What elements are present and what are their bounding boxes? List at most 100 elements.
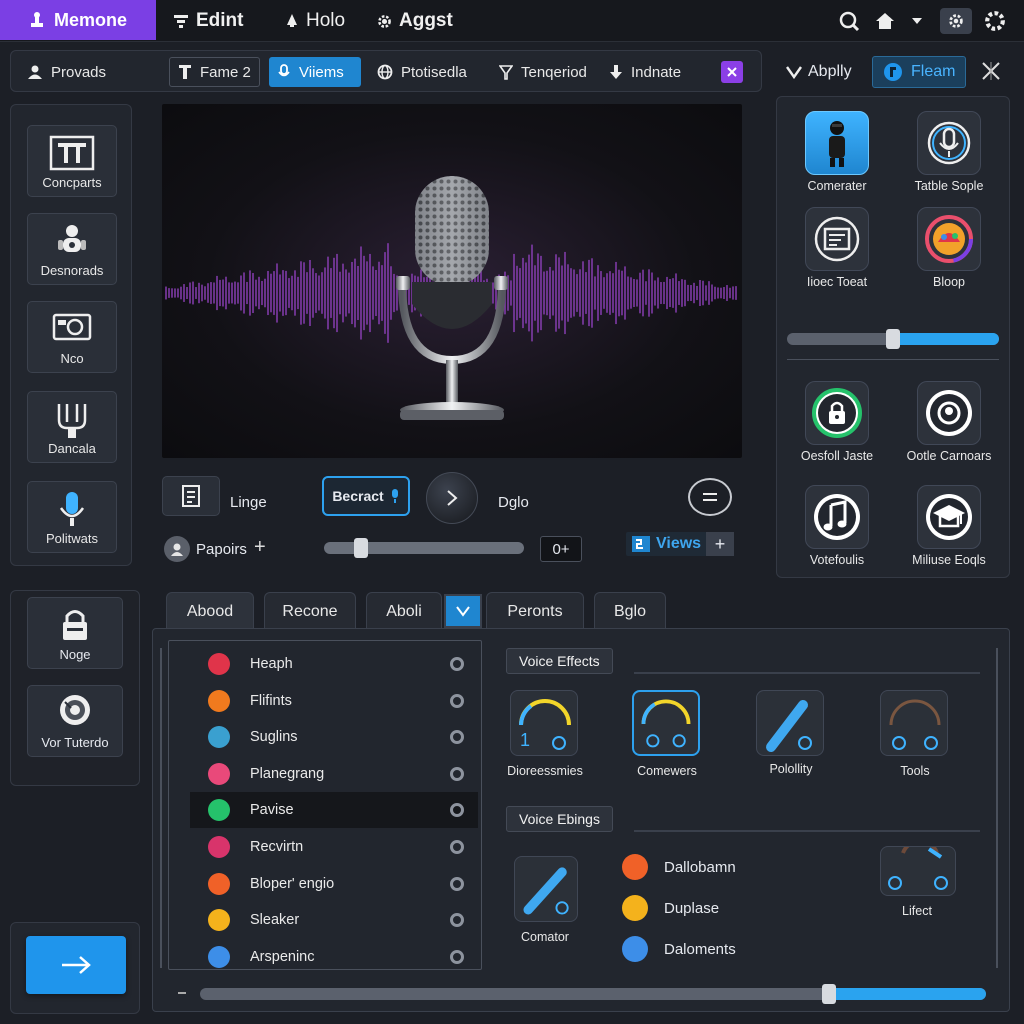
ebing-option[interactable]: Daloments bbox=[622, 936, 736, 962]
tab-aboli[interactable]: Aboli bbox=[366, 592, 442, 630]
tile-miliuse-eoqls[interactable]: Miliuse Eoqls bbox=[912, 485, 1009, 567]
chevron-down-icon[interactable] bbox=[904, 8, 930, 34]
menu-aggst[interactable]: Aggst bbox=[376, 8, 453, 34]
scrub-thumb[interactable] bbox=[354, 538, 368, 558]
menu-holo[interactable]: Holo bbox=[284, 8, 345, 34]
avatar[interactable] bbox=[164, 536, 190, 562]
tile-oesfoll-jaste[interactable]: Oesfoll Jaste bbox=[801, 381, 897, 463]
close-icon[interactable] bbox=[980, 60, 1002, 82]
knob-dial[interactable] bbox=[632, 690, 700, 756]
toolbar-tenqeriod[interactable]: Tenqeriod bbox=[491, 57, 595, 87]
list-item[interactable]: Flifints bbox=[190, 683, 478, 719]
tab-recone[interactable]: Recone bbox=[264, 592, 356, 630]
tool-dancala[interactable]: Dancala bbox=[27, 391, 117, 463]
tab-bglo[interactable]: Bglo bbox=[594, 592, 666, 630]
bottom-slider-thumb[interactable] bbox=[821, 984, 836, 1004]
right-scrollbar[interactable] bbox=[996, 648, 998, 968]
toolbar-ptotisedla[interactable]: Ptotisedla bbox=[369, 57, 475, 87]
tab-dropdown-button[interactable] bbox=[444, 594, 482, 628]
list-item-radio[interactable] bbox=[450, 730, 464, 745]
list-item-radio[interactable] bbox=[450, 949, 464, 964]
tool-desnorads[interactable]: Desnorads bbox=[27, 213, 117, 285]
tile-iioec-toeat[interactable]: Iioec Toeat bbox=[805, 207, 897, 289]
tool-noge[interactable]: Noge bbox=[27, 597, 123, 669]
search-icon[interactable] bbox=[836, 8, 862, 34]
knob-dioreessmies[interactable]: 1 Dioreessmies bbox=[507, 690, 600, 778]
knob-dial[interactable] bbox=[756, 690, 824, 756]
toolbar-frame[interactable]: Fame 2 bbox=[169, 57, 260, 87]
tab-peronts[interactable]: Peronts bbox=[486, 592, 584, 630]
list-scrollbar[interactable] bbox=[160, 648, 162, 968]
toolbar-views[interactable]: Viiems bbox=[269, 57, 361, 87]
toolbar-provads[interactable]: Provads bbox=[19, 57, 114, 87]
list-item-radio[interactable] bbox=[450, 913, 464, 928]
knob-dial[interactable] bbox=[880, 690, 948, 756]
home-icon[interactable] bbox=[872, 8, 898, 34]
list-item[interactable]: Sleaker bbox=[190, 902, 478, 938]
list-item-label: Pavise bbox=[250, 802, 294, 819]
record-button[interactable]: Becract bbox=[322, 476, 410, 516]
views-toggle[interactable]: Views bbox=[626, 532, 708, 556]
fleam-tab[interactable]: Fleam bbox=[872, 56, 966, 88]
tile-votefoulis[interactable]: Votefoulis bbox=[805, 485, 897, 567]
tool-vor-tuterdo[interactable]: Vor Tuterdo bbox=[27, 685, 123, 757]
tool-concparts[interactable]: Concparts bbox=[27, 125, 117, 197]
list-item-label: Flifints bbox=[250, 692, 292, 709]
scrub-slider[interactable] bbox=[324, 538, 524, 558]
list-item[interactable]: Recvirtn bbox=[190, 829, 478, 865]
knob-dial[interactable] bbox=[880, 846, 956, 896]
plus-icon[interactable]: + bbox=[254, 536, 266, 559]
app-brand[interactable]: Memone bbox=[0, 0, 156, 40]
knob-comewers[interactable]: Comewers bbox=[632, 690, 722, 778]
audio-preview[interactable] bbox=[162, 104, 742, 458]
knob-tools[interactable]: Tools bbox=[880, 690, 970, 778]
tab-abood[interactable]: Abood bbox=[166, 592, 254, 630]
tile-tatble-sople[interactable]: Tatble Sople bbox=[915, 111, 1009, 193]
list-item-radio[interactable] bbox=[450, 876, 464, 891]
list-item-radio[interactable] bbox=[450, 693, 464, 708]
list-item[interactable]: Suglins bbox=[190, 719, 478, 755]
list-item[interactable]: Arspeninc bbox=[190, 939, 478, 975]
list-item-radio[interactable] bbox=[450, 840, 464, 854]
knob-lifect[interactable]: Lifect bbox=[880, 846, 972, 918]
divider bbox=[634, 672, 980, 674]
tool-politwats[interactable]: Politwats bbox=[27, 481, 117, 553]
go-button[interactable] bbox=[26, 936, 126, 994]
list-item[interactable]: Heaph bbox=[190, 646, 478, 682]
list-item-radio[interactable] bbox=[450, 803, 464, 818]
tile-ootle-carnoars[interactable]: Ootle Carnoars bbox=[907, 381, 1009, 463]
right-panel-slider[interactable] bbox=[787, 329, 999, 349]
tile-bloop[interactable]: Bloop bbox=[917, 207, 1009, 289]
toolbar-indnate[interactable]: Indnate bbox=[601, 57, 689, 87]
menu-edit[interactable]: Edint bbox=[172, 8, 244, 34]
views-badge-icon bbox=[632, 536, 650, 552]
list-item[interactable]: Planegrang bbox=[190, 756, 478, 792]
gear-icon[interactable] bbox=[982, 8, 1008, 34]
menu-circle-button[interactable] bbox=[688, 478, 732, 516]
list-item-radio[interactable] bbox=[450, 766, 464, 781]
settings-button[interactable] bbox=[940, 8, 972, 34]
minus-icon[interactable] bbox=[178, 992, 186, 994]
ebing-option[interactable]: Dallobamn bbox=[622, 854, 736, 880]
list-item-radio[interactable] bbox=[450, 657, 464, 671]
apply-tab[interactable]: Abplly bbox=[786, 58, 852, 86]
tool-nco[interactable]: Nco bbox=[27, 301, 117, 373]
add-view-button[interactable]: + bbox=[706, 532, 734, 556]
list-item[interactable]: Pavise bbox=[190, 792, 478, 829]
bottom-slider[interactable] bbox=[200, 984, 986, 1004]
tool-noge-label: Noge bbox=[59, 647, 91, 662]
knob-polollity[interactable]: Polollity bbox=[756, 690, 846, 776]
right-slider-thumb[interactable] bbox=[886, 329, 900, 349]
list-item[interactable]: Bloper' engio bbox=[190, 866, 478, 902]
play-button[interactable] bbox=[426, 472, 478, 524]
arrow-right-icon bbox=[59, 955, 93, 975]
knob-dial[interactable] bbox=[514, 856, 578, 922]
list-item-label: Planegrang bbox=[250, 765, 325, 782]
knob-comator[interactable]: Comator bbox=[514, 856, 600, 944]
tile-comerater[interactable]: Comerater bbox=[805, 111, 897, 193]
chevron-right-icon bbox=[445, 489, 459, 507]
document-button[interactable] bbox=[162, 476, 220, 516]
microphone-icon bbox=[57, 490, 87, 530]
ebing-option[interactable]: Duplase bbox=[622, 895, 719, 921]
close-icon[interactable] bbox=[721, 61, 743, 83]
